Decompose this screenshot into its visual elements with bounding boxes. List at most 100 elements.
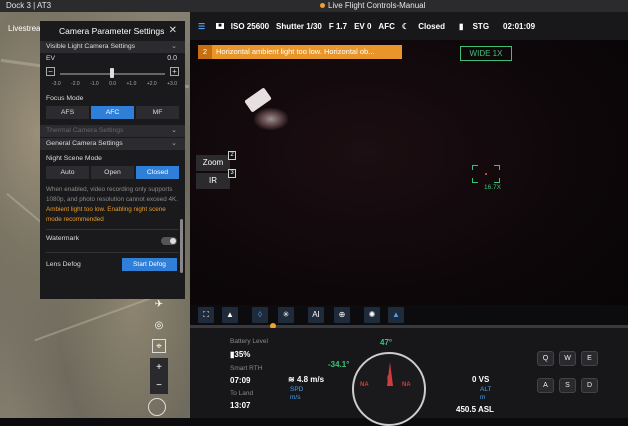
focus-mode-label: Focus Mode [46, 95, 84, 102]
panel-scrollbar[interactable] [180, 219, 183, 273]
speed-readout: ≋ 4.8 m/s [288, 375, 325, 384]
thermal-section[interactable]: Thermal Camera Settings ⌄ [40, 125, 185, 137]
navigation-icon[interactable]: ▲ [388, 307, 404, 323]
general-section[interactable]: General Camera Settings ⌄ [40, 138, 185, 150]
compass-na-right: NA [402, 382, 411, 388]
locate-icon[interactable]: ◎ [150, 316, 168, 334]
photo-mode-icon[interactable]: ▲ [222, 307, 238, 323]
start-defog-button[interactable]: Start Defog [122, 258, 177, 271]
night-closed-button[interactable]: Closed [136, 166, 179, 179]
focus-afc-button[interactable]: AFC [91, 106, 134, 119]
target-lock-icon[interactable]: ⊕ [334, 307, 350, 323]
focus-mf-button[interactable]: MF [136, 106, 179, 119]
key-d[interactable]: D [581, 378, 598, 393]
grid-select-icon[interactable]: ⛶ [198, 307, 214, 323]
window-title: Live Flight Controls-Manual [320, 0, 425, 12]
storage-status: ▮ STG [458, 21, 490, 31]
focus-afs-button[interactable]: AFS [46, 106, 89, 119]
night-mode-label: Night Scene Mode [46, 155, 102, 162]
reticle-zoom-label: 16.7X [484, 184, 501, 191]
settings-sliders-icon[interactable]: ☰ [198, 22, 205, 31]
night-mode-description: When enabled, video recording only suppo… [46, 186, 178, 203]
rth-value: 07:09 [230, 376, 251, 385]
compass-n: N [387, 376, 392, 382]
divider [46, 252, 179, 253]
zoom-reticle [472, 165, 500, 183]
watermark-label: Watermark [46, 235, 79, 242]
gimbal-pitch: -34.1° [328, 360, 350, 369]
panel-header: Camera Parameter Settings ✕ [40, 21, 185, 41]
ir-lens-button[interactable]: IR 3 [196, 169, 236, 189]
zoom-out-icon[interactable]: − [150, 376, 168, 394]
shutter-value: Shutter 1/30 [276, 21, 322, 31]
ev-readout: EV 0 [354, 21, 372, 31]
ai-detect-icon[interactable]: AI [308, 307, 324, 323]
zoom-lens-button[interactable]: Zoom 2 [196, 151, 236, 171]
key-s[interactable]: S [559, 378, 576, 393]
key-q[interactable]: Q [537, 351, 554, 366]
livestream-tab[interactable]: Livestrea [8, 24, 40, 33]
attitude-compass: N NA NA [352, 352, 426, 426]
rth-label: Smart RTH [230, 365, 263, 372]
beacon-icon[interactable]: ✺ [364, 307, 380, 323]
camera-settings-panel: Camera Parameter Settings ✕ Visible Ligh… [40, 21, 185, 299]
aperture-value: F 1.7 [328, 21, 348, 31]
fit-view-icon[interactable]: ⌖ [152, 339, 166, 353]
wind-icon: ≋ [288, 375, 295, 384]
divider [46, 229, 179, 230]
watermark-toggle[interactable] [161, 237, 177, 245]
chevron-down-icon: ⌄ [171, 127, 177, 134]
night-mode-selector: Auto Open Closed [46, 166, 179, 179]
chevron-down-icon: ⌄ [171, 140, 177, 147]
compass-na-left: NA [360, 382, 369, 388]
key-e[interactable]: E [581, 351, 598, 366]
iso-value: ISO 25600 [230, 21, 270, 31]
camera-feed[interactable] [190, 40, 628, 320]
night-status: ☾ Closed [401, 21, 445, 31]
ev-slider-knob[interactable] [110, 68, 114, 78]
night-mode-warning: Ambient light too low. Enabling night sc… [46, 206, 166, 223]
ev-label: EV [46, 55, 56, 62]
wide-lens-indicator[interactable]: WIDE 1X [460, 46, 512, 61]
land-label: To Land [230, 390, 254, 397]
light-glow [254, 108, 288, 130]
ambient-light-warning[interactable]: 2 Horizontal ambient light too low. Horiz… [198, 45, 402, 59]
panel-title: Camera Parameter Settings [59, 26, 165, 36]
spotlight-icon[interactable]: ✳ [278, 307, 294, 323]
alt-unit: m [480, 394, 486, 401]
camera-status-bar: ☰ ■ ISO 25600 Shutter 1/30 F 1.7 EV 0 AF… [190, 12, 628, 40]
heading-readout: 47° [380, 338, 393, 347]
focus-readout: AFC [378, 21, 395, 31]
key-w[interactable]: W [559, 351, 576, 366]
camera-icon: ■ [216, 23, 224, 29]
sd-card-icon: ▮ [458, 21, 464, 31]
recording-time: 02:01:09 [503, 21, 536, 31]
altitude-asl: 450.5 ASL [456, 405, 494, 414]
map-pin-icon[interactable]: ◊ [252, 307, 268, 323]
night-open-button[interactable]: Open [91, 166, 134, 179]
defog-label: Lens Defog [46, 261, 81, 268]
camera-toolbar: ⛶ ▲ ◊ ✳ AI ⊕ ✺ ▲ [190, 305, 628, 325]
ev-slider[interactable]: − + [46, 67, 179, 81]
key-a[interactable]: A [537, 378, 554, 393]
ev-decrease-button[interactable]: − [46, 67, 55, 76]
vertical-speed: 0 VS [472, 375, 490, 384]
heading-needle-icon [387, 362, 393, 386]
ev-value: 0.0 [167, 55, 177, 62]
window-title-bar: Dock 3 | AT3 Live Flight Controls-Manual [0, 0, 628, 12]
spd-unit: m/s [290, 394, 301, 401]
ev-increase-button[interactable]: + [170, 67, 179, 76]
close-icon[interactable]: ✕ [169, 21, 177, 41]
status-dot-icon [320, 3, 325, 9]
zoom-in-icon[interactable]: + [150, 358, 168, 376]
night-auto-button[interactable]: Auto [46, 166, 89, 179]
alt-label: ALT [480, 386, 492, 393]
app-name: Dock 3 | AT3 [6, 1, 52, 10]
spd-label: SPD [290, 386, 304, 393]
chevron-down-icon: ⌄ [171, 43, 177, 50]
battery-value: ▮35% [230, 350, 251, 359]
battery-label: Battery Level [230, 338, 268, 345]
visible-light-section[interactable]: Visible Light Camera Settings ⌄ [40, 41, 185, 53]
compass-north-icon[interactable] [148, 398, 166, 416]
focus-mode-selector: AFS AFC MF [46, 106, 179, 119]
